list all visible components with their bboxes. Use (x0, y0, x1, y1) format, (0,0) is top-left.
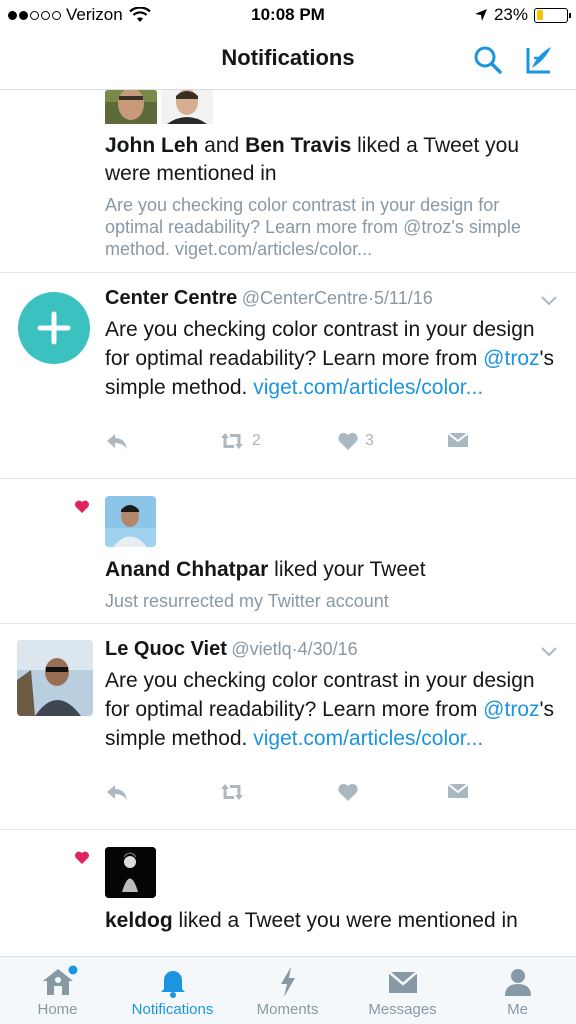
like-button[interactable] (337, 782, 359, 802)
retweet-count: 2 (252, 432, 261, 449)
avatar[interactable] (161, 90, 213, 126)
lightning-icon (280, 967, 295, 997)
notification-item[interactable]: keldog liked a Tweet you were mentioned … (0, 830, 576, 956)
tab-label: Messages (368, 1001, 437, 1018)
heart-icon (338, 783, 358, 801)
location-arrow-icon (474, 9, 487, 21)
search-button[interactable] (470, 42, 506, 78)
tab-notifications[interactable]: Notifications (115, 957, 230, 1024)
direct-message-button[interactable] (447, 782, 469, 800)
username[interactable]: Anand Chhatpar (105, 558, 268, 581)
notification-text: Anand Chhatpar liked your Tweet (105, 556, 426, 584)
compose-icon (526, 47, 551, 74)
notification-text: keldog liked a Tweet you were mentioned … (105, 907, 560, 935)
plus-icon (37, 311, 71, 345)
tweet-header: Le Quoc Viet @vietlq·4/30/16 (105, 638, 358, 661)
tweet-card[interactable]: Center Centre @CenterCentre·5/11/16 Are … (0, 273, 576, 479)
url-link[interactable]: viget.com/articles/color... (253, 727, 483, 750)
joiner-text: and (198, 134, 246, 157)
like-count: 3 (365, 432, 374, 449)
tweet-body: Are you checking color contrast in your … (105, 669, 535, 721)
tab-home[interactable]: Home (0, 957, 115, 1024)
display-name[interactable]: Center Centre (105, 287, 237, 309)
tweet-preview[interactable]: Just resurrected my Twitter account (105, 590, 389, 612)
tab-moments[interactable]: Moments (230, 957, 345, 1024)
compose-tweet-button[interactable] (520, 42, 556, 78)
avatar[interactable] (18, 292, 90, 364)
username[interactable]: John Leh (105, 134, 198, 157)
status-bar: Verizon 10:08 PM 23% (0, 0, 576, 30)
notification-item[interactable]: Anand Chhatpar liked your Tweet Just res… (0, 479, 576, 624)
reply-button[interactable] (105, 431, 129, 451)
notification-item[interactable]: John Leh and Ben Travis liked a Tweet yo… (0, 90, 576, 273)
reply-icon (107, 434, 127, 449)
chevron-down-icon[interactable] (540, 646, 558, 658)
notifications-feed[interactable]: John Leh and Ben Travis liked a Tweet yo… (0, 90, 576, 956)
mention-link[interactable]: @troz (483, 698, 539, 721)
direct-message-button[interactable] (447, 431, 469, 449)
envelope-icon (387, 971, 418, 993)
avatar[interactable] (105, 847, 156, 898)
username[interactable]: keldog (105, 909, 173, 932)
tweet-body: Are you checking color contrast in your … (105, 318, 535, 370)
tab-label: Me (507, 1001, 528, 1018)
action-text: liked your Tweet (268, 558, 426, 581)
retweet-button[interactable]: 2 (218, 431, 261, 451)
tweet-actions: 2 3 (105, 431, 505, 455)
mention-link[interactable]: @troz (483, 347, 539, 370)
unread-dot (68, 965, 77, 975)
bell-icon (160, 971, 185, 998)
tweet-text: Are you checking color contrast in your … (105, 666, 560, 753)
search-icon (474, 46, 502, 74)
navigation-header: Notifications (0, 30, 576, 90)
retweet-button[interactable] (218, 782, 246, 802)
username[interactable]: Ben Travis (245, 134, 351, 157)
url-link[interactable]: viget.com/articles/color... (253, 376, 483, 399)
battery-percent: 23% (493, 5, 528, 24)
user-handle[interactable]: @CenterCentre (242, 288, 368, 308)
avatar[interactable] (105, 496, 156, 547)
tab-label: Moments (256, 1001, 319, 1018)
reply-icon (107, 785, 127, 800)
action-text: liked a Tweet you were mentioned in (172, 909, 518, 932)
tab-me[interactable]: Me (460, 957, 575, 1024)
envelope-icon (447, 432, 469, 447)
tab-label: Home (37, 1001, 78, 1018)
envelope-icon (447, 783, 469, 798)
tweet-header: Center Centre @CenterCentre·5/11/16 (105, 287, 433, 310)
like-button[interactable]: 3 (337, 431, 374, 451)
battery-level-fill (536, 10, 544, 20)
tweet-date: 4/30/16 (297, 639, 358, 659)
tweet-text: Are you checking color contrast in your … (105, 315, 560, 402)
tab-messages[interactable]: Messages (345, 957, 460, 1024)
user-handle[interactable]: @vietlq (231, 639, 291, 659)
notification-text: John Leh and Ben Travis liked a Tweet yo… (105, 132, 565, 188)
tweet-actions (105, 782, 505, 806)
tweet-card[interactable]: Le Quoc Viet @vietlq·4/30/16 Are you che… (0, 624, 576, 830)
heart-icon (75, 500, 89, 514)
liker-avatars (105, 90, 213, 126)
display-name[interactable]: Le Quoc Viet (105, 638, 227, 660)
heart-icon (75, 851, 89, 865)
tab-label: Notifications (131, 1001, 214, 1018)
tab-bar: Home Notifications Moments Messages Me (0, 956, 576, 1024)
tweet-preview[interactable]: Are you checking color contrast in your … (105, 194, 560, 260)
tweet-date: 5/11/16 (374, 288, 433, 308)
retweet-icon (221, 784, 243, 800)
avatar[interactable] (105, 90, 157, 126)
retweet-icon (221, 433, 243, 449)
avatar[interactable] (17, 640, 93, 716)
person-icon (504, 969, 531, 996)
battery-icon (534, 7, 571, 23)
heart-icon (338, 432, 358, 450)
home-icon (42, 965, 77, 995)
chevron-down-icon[interactable] (540, 295, 558, 307)
reply-button[interactable] (105, 782, 129, 802)
